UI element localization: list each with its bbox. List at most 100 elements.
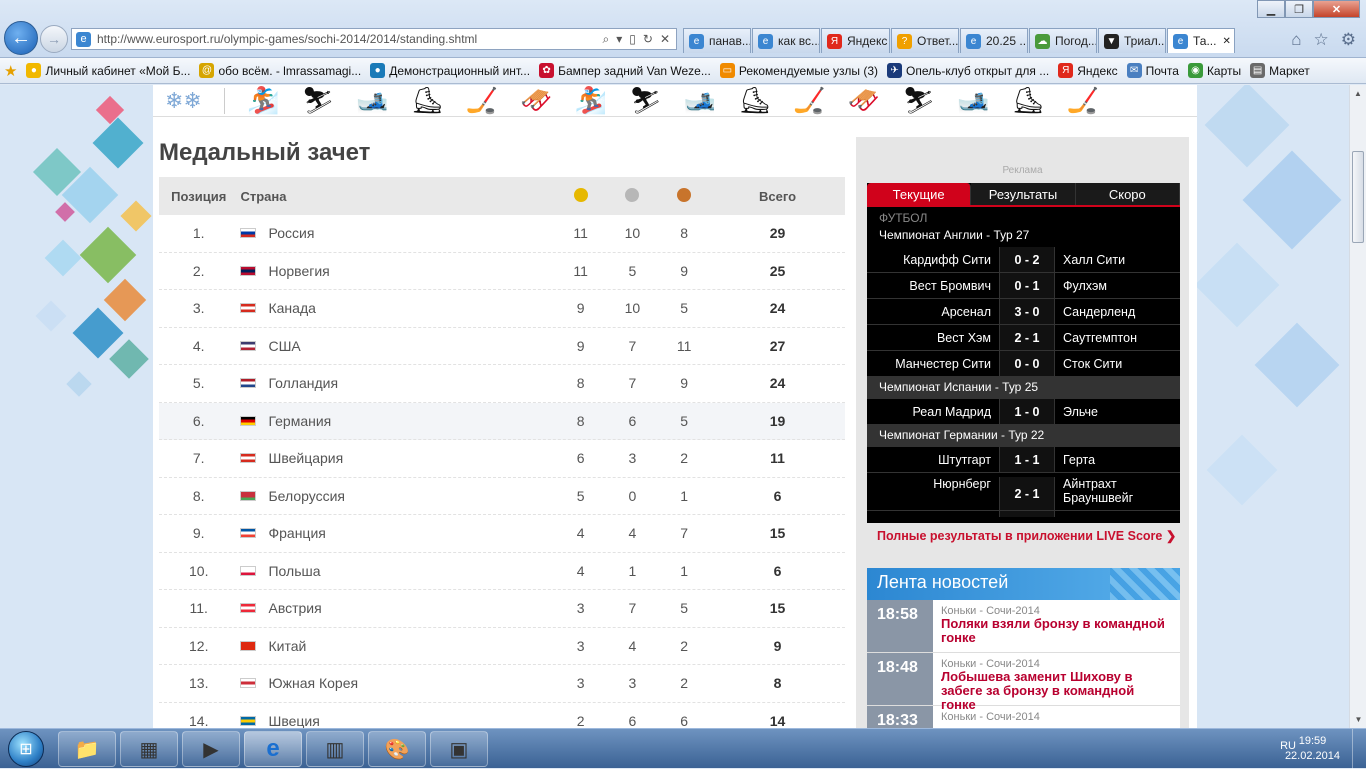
silver-medal-icon[interactable] (607, 187, 659, 205)
vertical-scrollbar[interactable]: ▲ ▼ (1349, 85, 1366, 728)
favorite-label[interactable]: Бампер задний Van Weze... (558, 64, 711, 78)
favorite-link[interactable]: ▭ Рекомендуемые узлы (3) (719, 63, 878, 78)
app-icon[interactable]: ▣ (430, 731, 488, 767)
forward-button[interactable]: → (40, 25, 68, 53)
match-row[interactable]: Вест Бромвич 0 - 1 Фулхэм (867, 273, 1180, 299)
favorite-label[interactable]: Рекомендуемые узлы (3) (739, 64, 878, 78)
country-name[interactable]: Германия (268, 413, 331, 429)
favorite-link[interactable]: ● Демонстрационный инт... (370, 63, 530, 78)
news-item[interactable]: 18:58 Коньки - Сочи-2014 Поляки взяли брон… (867, 600, 1180, 653)
row-country[interactable]: Германия (238, 413, 554, 429)
table-row[interactable]: 11. Австрия 3 7 5 15 (159, 590, 845, 628)
olympic-logo-icon[interactable]: ❄❄ (165, 87, 225, 114)
scroll-up-icon[interactable]: ▲ (1350, 85, 1366, 102)
favorites-star-icon[interactable]: ★ (4, 62, 17, 80)
sport-icon[interactable]: 🏒 (793, 85, 825, 116)
start-button[interactable]: ⊞ (3, 729, 49, 769)
news-headline[interactable]: Поляки взяли бронзу в командной гонке (941, 617, 1172, 645)
country-name[interactable]: Австрия (268, 600, 321, 616)
media-player-icon[interactable]: ▶ (182, 731, 240, 767)
live-score-link[interactable]: Полные результаты в приложении LIVE Scor… (877, 528, 1176, 543)
news-item[interactable]: 18:48 Коньки - Сочи-2014 Лобышева заменит … (867, 653, 1180, 712)
favorite-label[interactable]: Демонстрационный инт... (389, 64, 530, 78)
score-tab[interactable]: Текущие (867, 183, 972, 205)
table-row[interactable]: 8. Белоруссия 5 0 1 6 (159, 478, 845, 515)
favorite-link[interactable]: Я Яндекс (1058, 63, 1118, 78)
sport-icon[interactable]: ⛸ (1011, 85, 1044, 116)
favorite-link[interactable]: ▤ Маркет (1250, 63, 1310, 78)
sport-icon[interactable]: 🏂 (575, 85, 607, 116)
country-name[interactable]: Канада (268, 300, 315, 316)
row-country[interactable]: Польша (238, 563, 554, 579)
favorite-label[interactable]: Почта (1146, 64, 1179, 78)
country-name[interactable]: Норвегия (268, 263, 329, 279)
sport-icon[interactable]: 🎿 (684, 85, 716, 116)
match-row[interactable]: Нюрнберг 2 - 1 Айнтрахт Брауншвейг (867, 473, 1180, 511)
sport-icon[interactable]: 🏂 (247, 85, 279, 116)
match-row[interactable]: Реал Мадрид 1 - 0 Эльче (867, 399, 1180, 425)
home-icon[interactable]: ⌂ (1291, 30, 1301, 50)
favorite-link[interactable]: @ обо всём. - lmrassamagi... (199, 63, 361, 78)
sport-icon[interactable]: ⛸ (738, 85, 771, 116)
table-row[interactable]: 4. США 9 7 11 27 (159, 328, 845, 365)
sport-icon[interactable]: ⛸ (411, 85, 444, 116)
compat-view-icon[interactable]: ▯ (629, 32, 636, 47)
clock[interactable]: 19:59 22.02.2014 (1285, 734, 1340, 764)
back-button[interactable]: ← (4, 21, 38, 55)
favorite-link[interactable]: ✈ Опель-клуб открыт для ... (887, 63, 1049, 78)
scroll-down-icon[interactable]: ▼ (1350, 711, 1366, 728)
country-name[interactable]: Голландия (268, 375, 338, 391)
dropdown-icon[interactable]: ▾ (616, 32, 622, 47)
favorite-label[interactable]: Личный кабинет «Мой Б... (45, 64, 190, 78)
news-category[interactable]: Коньки - Сочи-2014 (941, 711, 1172, 723)
search-icon[interactable]: ⌕ (603, 32, 610, 47)
browser-tab[interactable]: e Та... ✕ (1167, 28, 1235, 53)
row-country[interactable]: США (238, 338, 554, 354)
match-row[interactable]: Фрайбург3 - 0Боруссия (867, 511, 1180, 517)
favorite-label[interactable]: Яндекс (1077, 64, 1117, 78)
row-country[interactable]: Белоруссия (238, 488, 554, 504)
table-row[interactable]: 3. Канада 9 10 5 24 (159, 290, 845, 328)
favorite-link[interactable]: ◉ Карты (1187, 63, 1241, 78)
table-row[interactable]: 14. Швеция 2 6 6 14 (159, 703, 845, 728)
favorite-label[interactable]: Опель-клуб открыт для ... (906, 64, 1049, 78)
row-country[interactable]: Швеция (238, 713, 554, 728)
stop-icon[interactable]: ✕ (660, 32, 670, 47)
table-row[interactable]: 13. Южная Корея 3 3 2 8 (159, 665, 845, 703)
sport-icon[interactable]: 🎿 (356, 85, 388, 116)
favorite-label[interactable]: Карты (1207, 64, 1241, 78)
table-row[interactable]: 5. Голландия 8 7 9 24 (159, 365, 845, 403)
row-country[interactable]: Южная Корея (238, 675, 554, 691)
table-row[interactable]: 1. Россия 11 10 8 29 (159, 215, 845, 253)
favorite-link[interactable]: ✿ Бампер задний Van Weze... (539, 63, 711, 78)
row-country[interactable]: Австрия (238, 600, 554, 616)
browser-tab[interactable]: e как вс... (752, 28, 820, 53)
favorite-link[interactable]: ✉ Почта (1126, 63, 1179, 78)
row-country[interactable]: Канада (238, 300, 554, 316)
browser-tab[interactable]: ☁ Погод... (1029, 28, 1097, 53)
explorer-icon[interactable]: 📁 (58, 731, 116, 767)
address-url[interactable]: http://www.eurosport.ru/olympic-games/so… (97, 32, 603, 46)
minimize-button[interactable]: ▁ (1257, 0, 1285, 18)
match-row[interactable]: Штутгарт 1 - 1 Герта (867, 447, 1180, 473)
sport-icon[interactable]: ⛷ (629, 85, 662, 116)
calculator-icon[interactable]: ▥ (306, 731, 364, 767)
scroll-thumb[interactable] (1352, 151, 1364, 243)
table-row[interactable]: 12. Китай 3 4 2 9 (159, 628, 845, 665)
ie-icon[interactable]: e (244, 731, 302, 767)
browser-tab[interactable]: ? Ответ... (891, 28, 959, 53)
favorite-label[interactable]: обо всём. - lmrassamagi... (218, 64, 361, 78)
browser-tab[interactable]: ▼ Триал... (1098, 28, 1166, 53)
paint-icon[interactable]: 🎨 (368, 731, 426, 767)
country-name[interactable]: Швеция (268, 713, 319, 728)
country-name[interactable]: США (268, 338, 300, 354)
news-item[interactable]: 18:33 Коньки - Сочи-2014 (867, 706, 1180, 728)
row-country[interactable]: Голландия (238, 375, 554, 391)
favorite-label[interactable]: Маркет (1269, 64, 1310, 78)
match-row[interactable]: Арсенал 3 - 0 Сандерленд (867, 299, 1180, 325)
sport-icon[interactable]: ⛷ (902, 85, 935, 116)
country-name[interactable]: Франция (268, 525, 325, 541)
bronze-medal-icon[interactable] (658, 187, 710, 205)
browser-tab[interactable]: Я Яндекс (821, 28, 890, 53)
maximize-button[interactable]: ❐ (1285, 0, 1313, 18)
